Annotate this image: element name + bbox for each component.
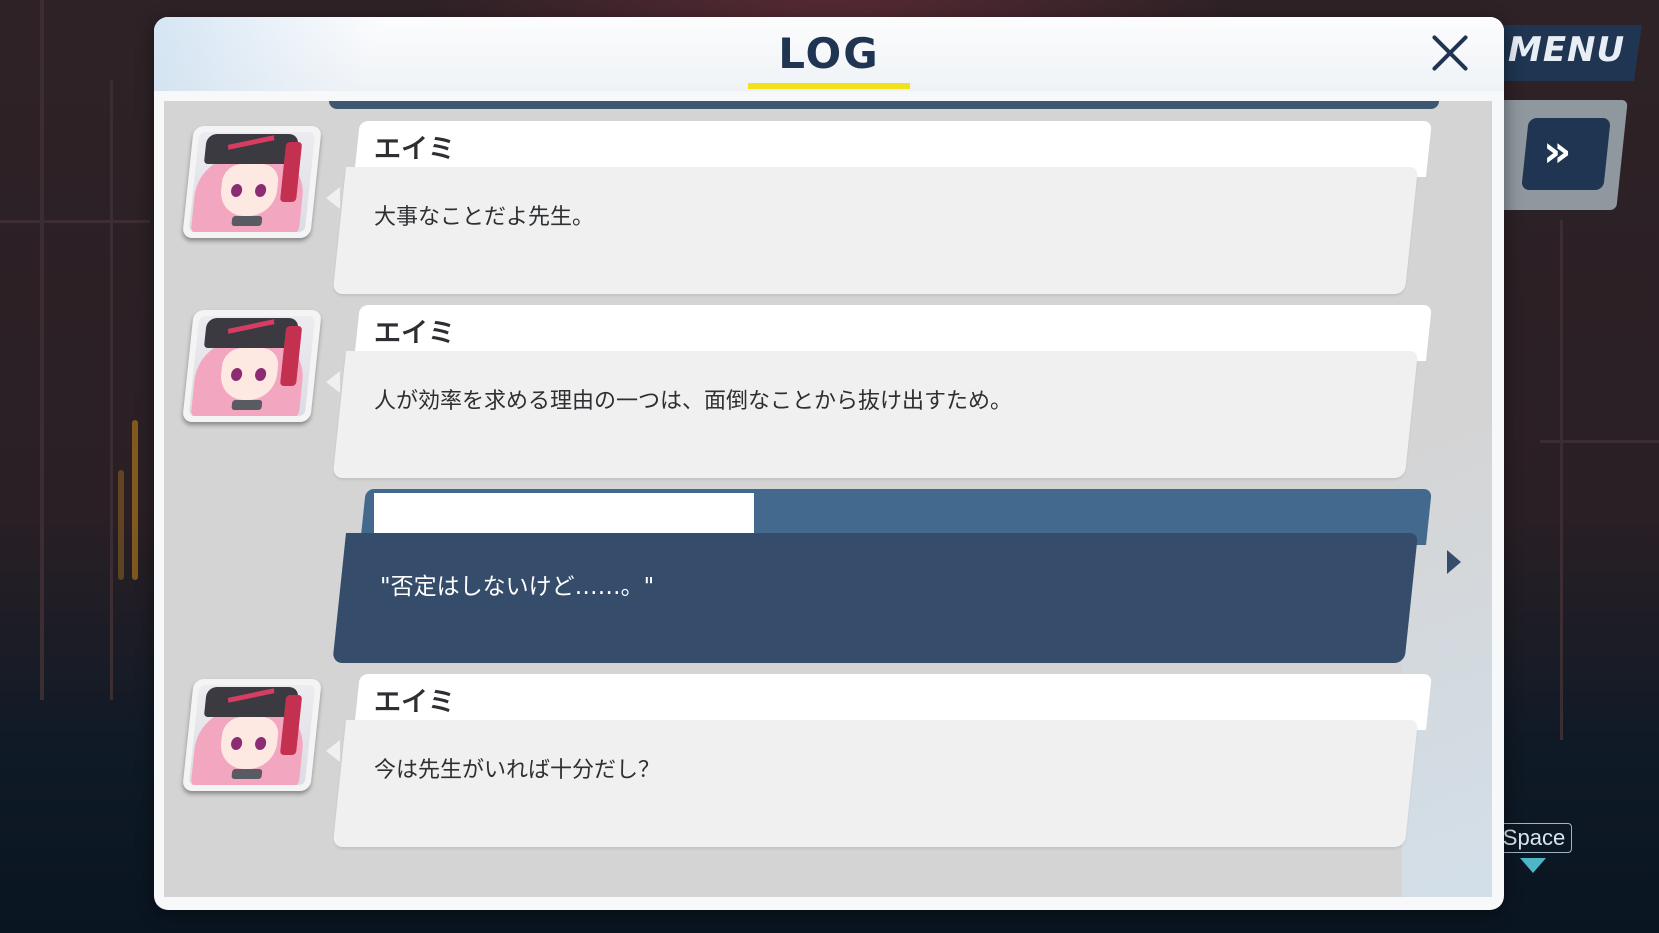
log-title: LOG bbox=[778, 29, 880, 78]
bubble-tail bbox=[326, 371, 340, 393]
bg-panel-line bbox=[40, 0, 44, 700]
character-avatar bbox=[182, 126, 322, 238]
bg-panel-line bbox=[110, 80, 113, 700]
choice-bubble-tail bbox=[1447, 550, 1461, 574]
bubble-tail bbox=[326, 187, 340, 209]
choice-text: "否定はしないけど……。" bbox=[380, 574, 655, 600]
advance-arrow-icon bbox=[1520, 858, 1546, 873]
log-entry: エイミ 今は先生がいれば十分だし？ bbox=[164, 674, 1492, 859]
log-list[interactable]: エイミ 大事なことだよ先生。 エイミ 人が効率を求める理由の一つは、面倒なことか… bbox=[164, 101, 1492, 897]
bg-glow-strip bbox=[118, 470, 124, 580]
log-window: LOG エイミ 大事なことだよ先生。 エイミ 人が効率を求める理由の一つは、面倒… bbox=[154, 17, 1504, 910]
close-icon[interactable] bbox=[1422, 25, 1478, 81]
log-entry: エイミ 人が効率を求める理由の一つは、面倒なことから抜け出すため。 bbox=[164, 305, 1492, 490]
space-key-hint: Space bbox=[1496, 823, 1572, 853]
title-underline bbox=[748, 83, 910, 89]
message-text: 人が効率を求める理由の一つは、面倒なことから抜け出すため。 bbox=[374, 389, 1013, 414]
message-text: 大事なことだよ先生。 bbox=[374, 205, 595, 230]
speaker-name: エイミ bbox=[374, 687, 455, 718]
bubble-tail bbox=[326, 740, 340, 762]
bg-panel-line bbox=[1560, 220, 1563, 740]
fast-forward-icon[interactable]: » bbox=[1543, 126, 1571, 177]
bg-panel-line bbox=[1540, 440, 1659, 443]
scroll-top-edge bbox=[329, 101, 1439, 109]
bg-panel-line bbox=[0, 220, 150, 223]
menu-button-label[interactable]: MENU bbox=[1508, 30, 1625, 70]
message-text: 今は先生がいれば十分だし？ bbox=[374, 758, 661, 783]
log-entry: エイミ 大事なことだよ先生。 bbox=[164, 121, 1492, 306]
speaker-name: エイミ bbox=[374, 134, 455, 165]
character-avatar bbox=[182, 310, 322, 422]
player-choice-entry: "否定はしないけど……。" bbox=[164, 489, 1492, 674]
choice-name-plate bbox=[374, 493, 754, 535]
bg-glow-strip bbox=[132, 420, 138, 580]
speaker-name: エイミ bbox=[374, 318, 455, 349]
log-header: LOG bbox=[154, 17, 1504, 91]
character-avatar bbox=[182, 679, 322, 791]
